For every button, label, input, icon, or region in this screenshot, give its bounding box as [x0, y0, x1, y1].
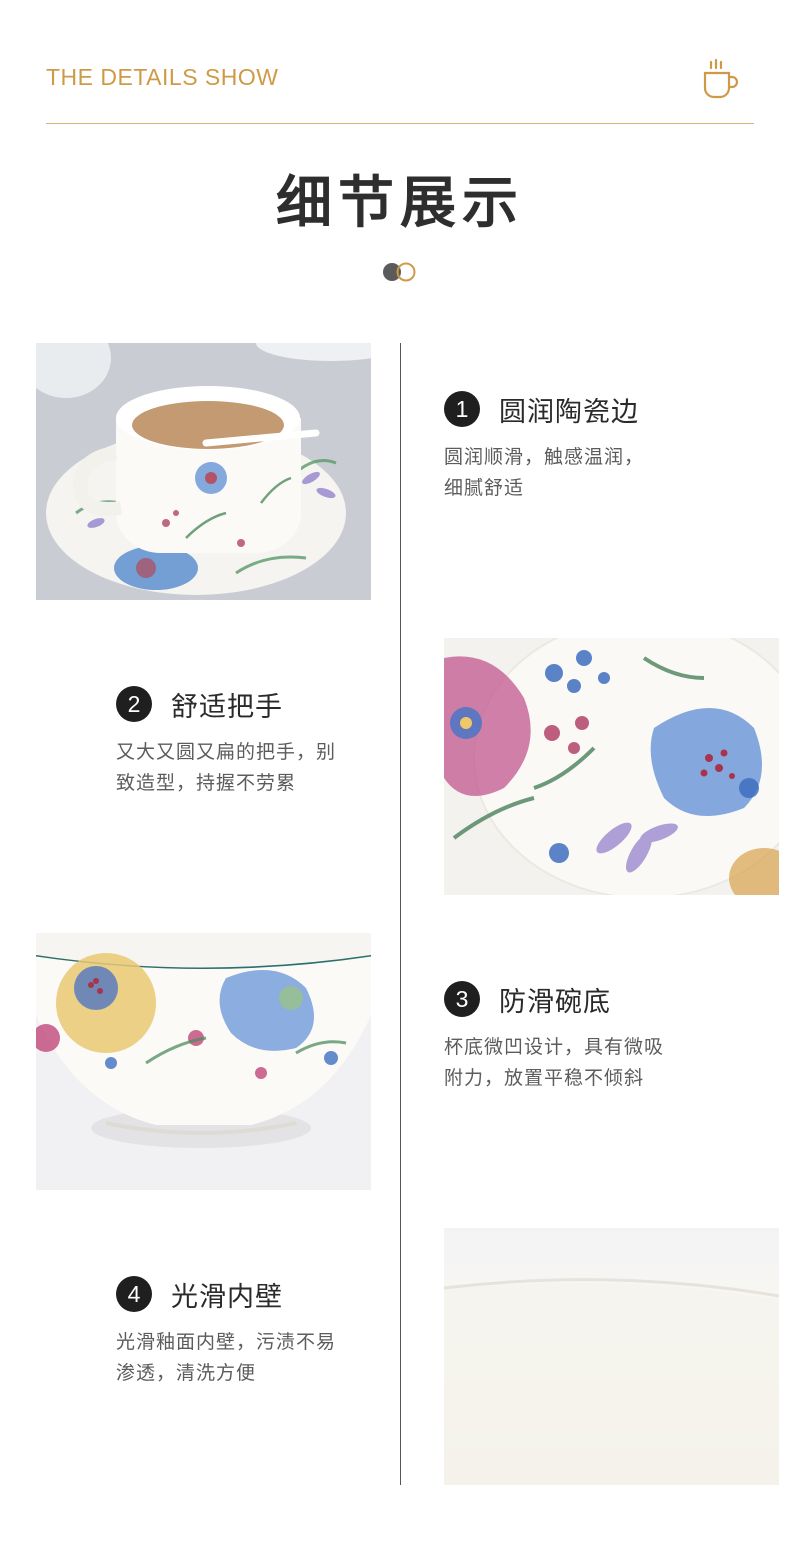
- feature-desc-line: 附力，放置平稳不倾斜: [444, 1067, 645, 1089]
- photo-cup-and-saucer: [36, 343, 371, 600]
- feature-title: 防滑碗底: [499, 986, 611, 1018]
- center-divider: [400, 343, 401, 1485]
- photo-bowl: [36, 933, 371, 1190]
- feature-description: 圆润顺滑，触感温润， 细腻舒适: [444, 442, 714, 504]
- feature-title: 圆润陶瓷边: [499, 396, 639, 428]
- feature-description: 杯底微凹设计，具有微吸 附力，放置平稳不倾斜: [444, 1032, 714, 1094]
- feature-description: 光滑釉面内壁，污渍不易 渗透，清洗方便: [116, 1327, 386, 1389]
- feature-number-badge: 1: [444, 391, 480, 427]
- feature-4: 4 光滑内壁 光滑釉面内壁，污渍不易 渗透，清洗方便: [116, 1275, 386, 1389]
- feature-number-badge: 3: [444, 981, 480, 1017]
- title-dots-ornament: [382, 261, 422, 283]
- coffee-cup-icon: [700, 58, 740, 100]
- english-title: THE DETAILS SHOW: [46, 64, 279, 90]
- feature-desc-line: 又大又圆又扁的把手，别: [116, 741, 337, 763]
- feature-description: 又大又圆又扁的把手，别 致造型，持握不劳累: [116, 737, 386, 799]
- feature-title: 光滑内壁: [171, 1281, 283, 1313]
- header-rule: [46, 123, 754, 124]
- feature-desc-line: 致造型，持握不劳累: [116, 772, 297, 794]
- feature-desc-line: 渗透，清洗方便: [116, 1362, 257, 1384]
- feature-desc-line: 圆润顺滑，触感温润，: [444, 446, 645, 468]
- feature-desc-line: 杯底微凹设计，具有微吸: [444, 1036, 665, 1058]
- feature-1: 1 圆润陶瓷边 圆润顺滑，触感温润， 细腻舒适: [444, 390, 714, 504]
- feature-desc-line: 细腻舒适: [444, 477, 525, 499]
- feature-number-badge: 2: [116, 686, 152, 722]
- feature-title: 舒适把手: [171, 691, 283, 723]
- page-title: 细节展示: [276, 171, 524, 236]
- feature-2: 2 舒适把手 又大又圆又扁的把手，别 致造型，持握不劳累: [116, 685, 386, 799]
- feature-desc-line: 光滑釉面内壁，污渍不易: [116, 1331, 337, 1353]
- photo-smooth-interior: [444, 1228, 779, 1485]
- feature-3: 3 防滑碗底 杯底微凹设计，具有微吸 附力，放置平稳不倾斜: [444, 980, 714, 1094]
- feature-number-badge: 4: [116, 1276, 152, 1312]
- photo-floral-plate: [444, 638, 779, 895]
